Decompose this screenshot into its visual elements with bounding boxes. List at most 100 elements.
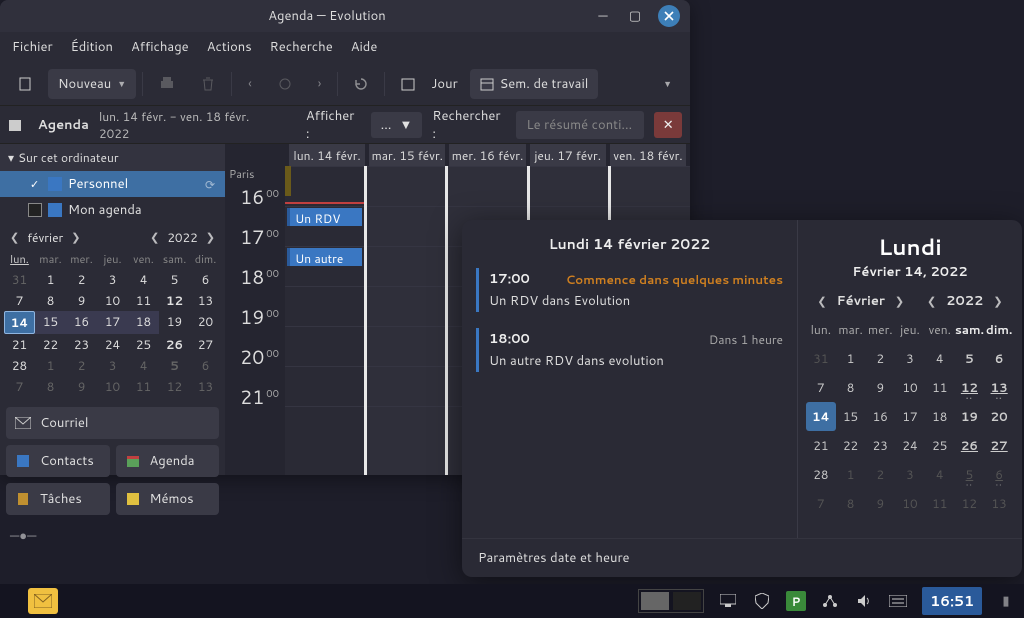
popup-cal-day[interactable]: 5 <box>955 344 985 373</box>
status-slider[interactable]: ─●─ <box>0 521 225 551</box>
mini-cal-day[interactable]: 8 <box>35 376 66 397</box>
popup-cal-day[interactable]: 17 <box>895 402 925 431</box>
menu-actions[interactable]: Actions <box>207 38 252 56</box>
nav-mail[interactable]: Courriel <box>6 407 219 439</box>
search-input[interactable]: Le résumé conti… <box>516 111 644 139</box>
mini-cal-day[interactable]: 3 <box>97 355 128 376</box>
popup-cal-day[interactable]: 6 <box>984 460 1014 489</box>
popup-cal-day[interactable]: 15 <box>836 402 866 431</box>
popup-cal-day[interactable]: 24 <box>895 431 925 460</box>
mini-cal-day[interactable]: 9 <box>66 376 97 397</box>
popup-event[interactable]: 17:00Commence dans quelques minutesUn RD… <box>476 268 783 312</box>
taskbar-mail-icon[interactable] <box>28 588 58 614</box>
prev-month[interactable]: ❮ <box>8 227 21 247</box>
mini-cal-day[interactable]: 1 <box>35 269 66 290</box>
popup-cal-day[interactable]: 3 <box>895 344 925 373</box>
popup-cal-day[interactable]: 11 <box>925 489 955 518</box>
mini-cal-day[interactable]: 12 <box>159 290 190 311</box>
popup-cal-day[interactable]: 26 <box>955 431 985 460</box>
tray-keyboard-icon[interactable] <box>888 591 908 611</box>
mini-cal-day[interactable]: 26 <box>159 334 190 355</box>
tray-network-icon[interactable] <box>820 591 840 611</box>
day-header[interactable]: ven. 18 févr. <box>610 144 686 166</box>
mini-cal-day[interactable]: 10 <box>97 376 128 397</box>
mini-cal-day[interactable]: 21 <box>4 334 35 355</box>
taskbar-clock[interactable]: 16:51 <box>922 587 982 615</box>
popup-cal-day[interactable]: 22 <box>836 431 866 460</box>
popup-cal-day[interactable]: 31 <box>806 344 836 373</box>
tray-parking-icon[interactable]: P <box>786 591 806 611</box>
menu-view[interactable]: Affichage <box>131 38 189 56</box>
nav-today[interactable] <box>268 69 302 99</box>
mini-cal-day[interactable]: 27 <box>190 334 221 355</box>
nav-memos[interactable]: Mémos <box>116 483 220 515</box>
popup-cal-day[interactable]: 8 <box>836 373 866 402</box>
next-month[interactable]: ❯ <box>893 291 906 311</box>
mini-cal-day[interactable]: 10 <box>97 290 128 311</box>
popup-cal-day[interactable]: 9 <box>865 373 895 402</box>
mini-cal-day[interactable]: 31 <box>4 269 35 290</box>
nav-contacts[interactable]: Contacts <box>6 445 110 477</box>
popup-cal-day[interactable]: 4 <box>925 460 955 489</box>
mini-cal-day[interactable]: 22 <box>35 334 66 355</box>
mini-cal-day[interactable]: 18 <box>128 311 159 334</box>
popup-cal-day[interactable]: 13 <box>984 373 1014 402</box>
nav-back[interactable]: ‹ <box>238 69 262 99</box>
calendar-event[interactable]: Un RDV <box>287 208 362 226</box>
maximize-button[interactable]: ▢ <box>626 7 644 25</box>
search-clear-button[interactable]: ✕ <box>654 112 682 138</box>
nav-tasks[interactable]: Tâches <box>6 483 110 515</box>
popup-cal-day[interactable]: 11 <box>925 373 955 402</box>
popup-cal-day[interactable]: 25 <box>925 431 955 460</box>
mini-cal-day[interactable]: 13 <box>190 376 221 397</box>
mini-cal-day[interactable]: 8 <box>35 290 66 311</box>
day-header[interactable]: jeu. 17 févr. <box>530 144 606 166</box>
mini-cal-day[interactable]: 17 <box>97 311 128 334</box>
popup-settings-link[interactable]: Paramètres date et heure <box>462 538 1022 577</box>
popup-cal-day[interactable]: 21 <box>806 431 836 460</box>
mini-cal-day[interactable]: 13 <box>190 290 221 311</box>
popup-cal-day[interactable]: 13 <box>984 489 1014 518</box>
mini-cal-day[interactable]: 23 <box>66 334 97 355</box>
new-button[interactable]: Nouveau ▼ <box>48 69 136 99</box>
day-header[interactable]: mar. 15 févr. <box>369 144 445 166</box>
calendar-item[interactable]: Personnel ⟳ <box>0 171 225 197</box>
popup-cal-day[interactable]: 6 <box>984 344 1014 373</box>
mini-cal-day[interactable]: 25 <box>128 334 159 355</box>
new-dropdown-icon[interactable] <box>8 69 42 99</box>
menu-file[interactable]: Fichier <box>12 38 53 56</box>
checkbox[interactable] <box>28 177 42 191</box>
tray-overflow-icon[interactable]: ▮ <box>996 591 1016 611</box>
mini-cal-day[interactable]: 4 <box>128 269 159 290</box>
mini-cal-day[interactable]: 3 <box>97 269 128 290</box>
next-year[interactable]: ❯ <box>204 227 217 247</box>
popup-cal-day[interactable]: 19 <box>955 402 985 431</box>
mini-cal-day[interactable]: 20 <box>190 311 221 334</box>
popup-cal-day[interactable]: 2 <box>865 344 895 373</box>
tray-volume-icon[interactable] <box>854 591 874 611</box>
popup-cal-day[interactable]: 12 <box>955 373 985 402</box>
view-range-caret[interactable]: ▼ <box>653 69 682 99</box>
menu-edit[interactable]: Édition <box>71 38 113 56</box>
popup-cal-day[interactable]: 10 <box>895 373 925 402</box>
view-mode-icon[interactable] <box>391 69 425 99</box>
popup-cal-day[interactable]: 7 <box>806 373 836 402</box>
checkbox[interactable] <box>28 203 42 217</box>
mini-cal-day[interactable]: 9 <box>66 290 97 311</box>
mini-cal-day[interactable]: 5 <box>159 269 190 290</box>
mini-cal-day[interactable]: 19 <box>159 311 190 334</box>
tray-monitor-icon[interactable] <box>718 591 738 611</box>
popup-cal-day[interactable]: 1 <box>836 460 866 489</box>
day-column[interactable]: Un RDVUn autre <box>285 166 364 475</box>
mini-cal-day[interactable]: 2 <box>66 269 97 290</box>
prev-year[interactable]: ❮ <box>925 291 938 311</box>
popup-cal-day[interactable]: 10 <box>895 489 925 518</box>
mini-cal-day[interactable]: 7 <box>4 376 35 397</box>
popup-cal-day[interactable]: 12 <box>955 489 985 518</box>
mini-cal-day[interactable]: 6 <box>190 269 221 290</box>
mini-cal-day[interactable]: 15 <box>35 311 66 334</box>
popup-cal-day[interactable]: 5 <box>955 460 985 489</box>
mini-cal-day[interactable]: 28 <box>4 355 35 376</box>
workspace-1[interactable] <box>641 592 669 610</box>
minimize-button[interactable]: ─ <box>594 7 612 25</box>
